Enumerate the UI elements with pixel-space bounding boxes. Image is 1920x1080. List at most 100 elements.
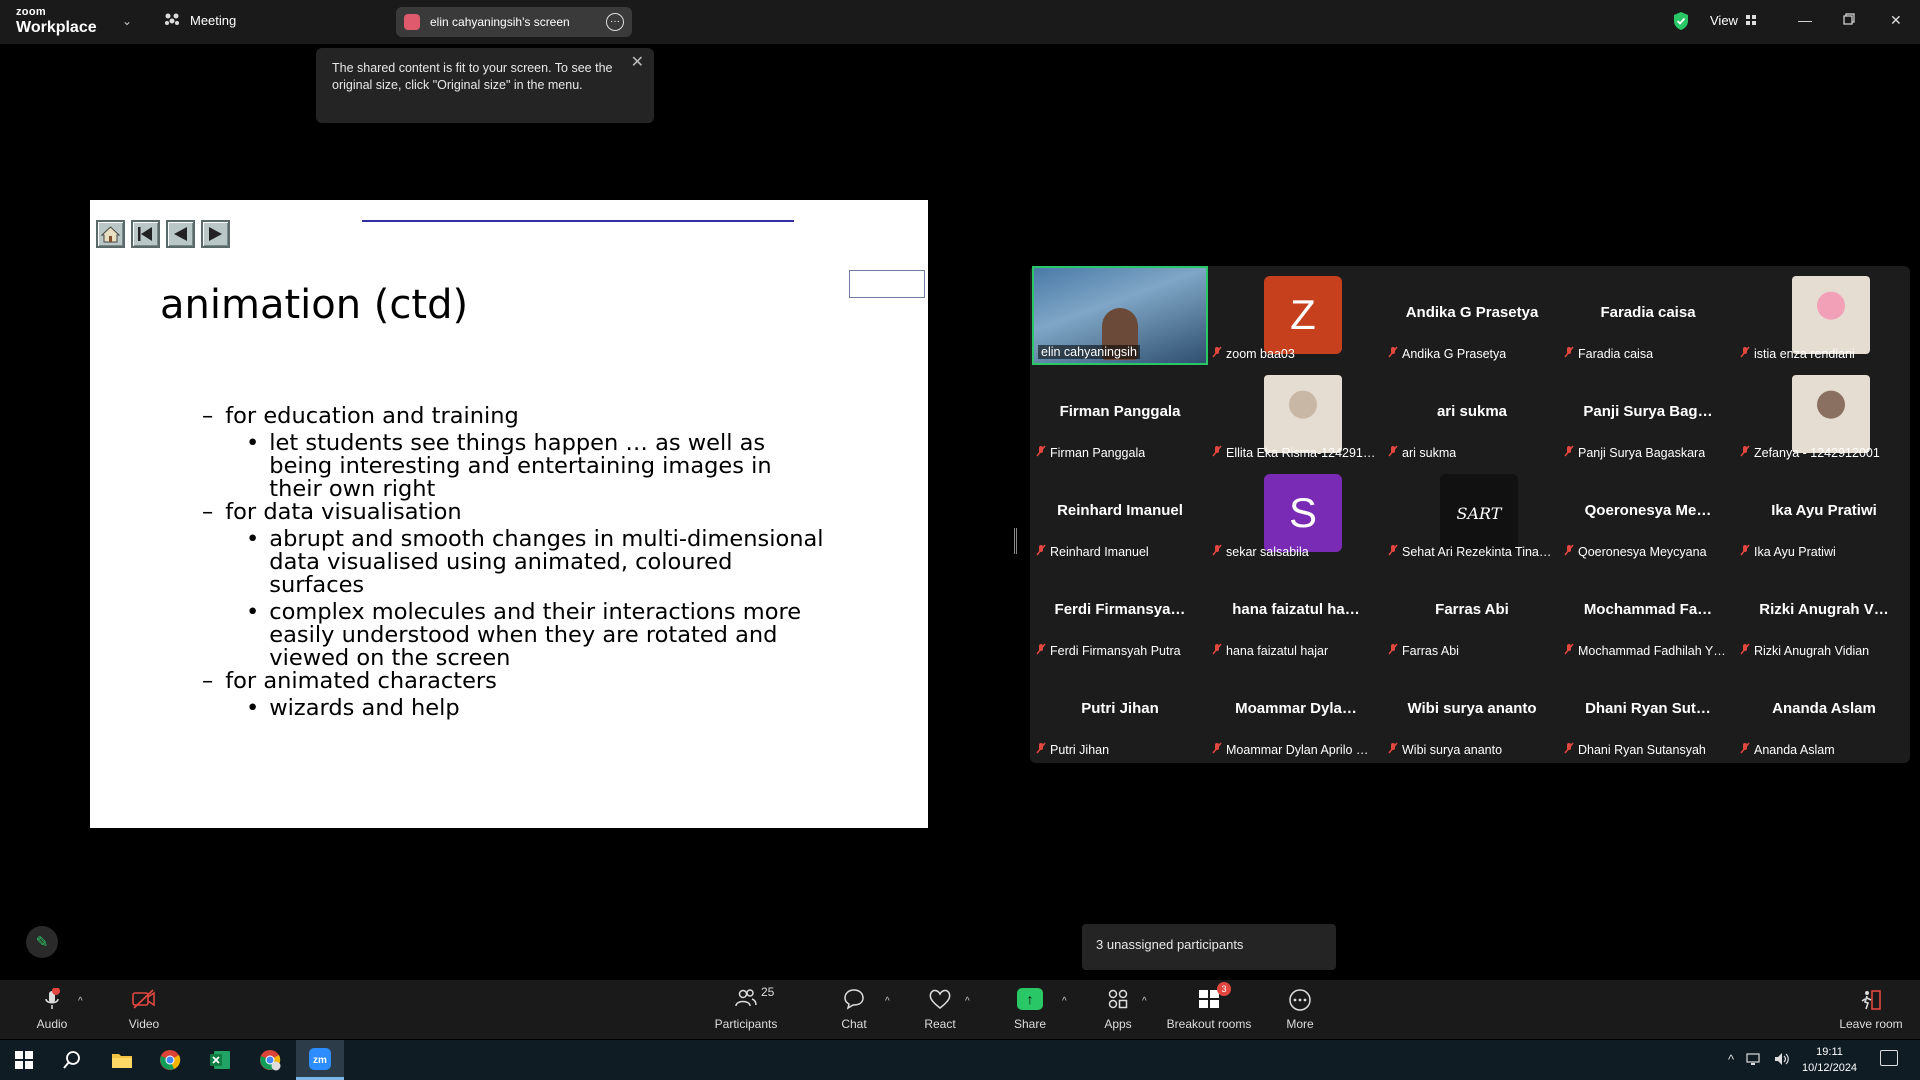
- svg-text:zm: zm: [313, 1055, 327, 1066]
- video-label: Video: [128, 1017, 160, 1031]
- video-button[interactable]: Video: [120, 980, 168, 1039]
- unassigned-participants-tooltip: 3 unassigned participants: [1082, 924, 1336, 970]
- participant-name-text: Faradia caisa: [1578, 346, 1654, 361]
- participant-tile[interactable]: Ika Ayu Pratiwi Ika Ayu Pratiwi: [1736, 464, 1912, 563]
- participant-tile[interactable]: Putri Jihan Putri Jihan: [1032, 662, 1208, 761]
- participant-tile[interactable]: Dhani Ryan Sut… Dhani Ryan Sutansyah: [1560, 662, 1736, 761]
- zoom-app-icon[interactable]: zm: [296, 1040, 344, 1080]
- react-options-chevron-icon[interactable]: ^: [965, 996, 970, 1007]
- breakout-label: Breakout rooms: [1166, 1017, 1252, 1031]
- participant-display-name: Faradia caisa: [1600, 304, 1696, 321]
- participant-name-text: elin cahyaningsih: [1041, 345, 1137, 359]
- file-explorer-icon[interactable]: [98, 1040, 146, 1080]
- chevron-up-icon[interactable]: ^: [1728, 1052, 1734, 1069]
- participants-button[interactable]: 25 Participants: [710, 980, 782, 1039]
- shared-screen[interactable]: animation (ctd) – for education and train…: [6, 200, 1010, 828]
- bullet-level-2: • wizards and help: [246, 695, 460, 721]
- share-button[interactable]: ↑ Share: [1010, 980, 1050, 1039]
- apps-button[interactable]: Apps: [1100, 980, 1136, 1039]
- participant-tile[interactable]: Andika G Prasetya Andika G Prasetya: [1384, 266, 1560, 365]
- participant-tile[interactable]: ari sukma ari sukma: [1384, 365, 1560, 464]
- react-button[interactable]: React: [920, 980, 960, 1039]
- volume-icon[interactable]: [1774, 1052, 1790, 1069]
- share-options-chevron-icon[interactable]: ^: [1062, 996, 1067, 1007]
- clock-time: 19:11: [1816, 1046, 1843, 1058]
- participant-tile[interactable]: Ananda Aslam Ananda Aslam: [1736, 662, 1912, 761]
- presentation-slide: animation (ctd) – for education and train…: [90, 200, 928, 828]
- participant-tile[interactable]: Ellita Eka Risma-124291…: [1208, 365, 1384, 464]
- participant-tile[interactable]: istia enza rendiani: [1736, 266, 1912, 365]
- next-slide-icon[interactable]: [201, 220, 230, 248]
- participant-tile[interactable]: Faradia caisa Faradia caisa: [1560, 266, 1736, 365]
- participant-photo: [1792, 375, 1870, 453]
- chat-options-chevron-icon[interactable]: ^: [885, 996, 890, 1007]
- shared-screen-label: elin cahyaningsih's screen: [430, 15, 570, 29]
- muted-mic-icon: [1740, 544, 1750, 559]
- search-icon[interactable]: [48, 1040, 96, 1080]
- restore-icon[interactable]: [1843, 12, 1855, 28]
- shared-screen-pill[interactable]: elin cahyaningsih's screen ···: [396, 7, 632, 37]
- more-button[interactable]: More: [1280, 980, 1320, 1039]
- participant-tile[interactable]: Wibi surya ananto Wibi surya ananto: [1384, 662, 1560, 761]
- muted-mic-icon: [1740, 742, 1750, 757]
- taskbar-clock[interactable]: 19:11 10/12/2024: [1802, 1044, 1857, 1076]
- participant-display-name: Qoeronesya Me…: [1584, 502, 1712, 519]
- muted-mic-icon: [1036, 445, 1046, 460]
- encryption-shield-icon[interactable]: [1672, 11, 1690, 31]
- chevron-down-icon[interactable]: ⌄: [122, 14, 132, 28]
- muted-mic-icon: [1388, 643, 1398, 658]
- close-icon[interactable]: ✕: [631, 54, 644, 71]
- participant-tile[interactable]: Ssekar salsabila: [1208, 464, 1384, 563]
- participant-tile[interactable]: SART Sehat Ari Rezekinta Tina…: [1384, 464, 1560, 563]
- first-slide-icon[interactable]: [131, 220, 160, 248]
- participant-tile[interactable]: Firman Panggala Firman Panggala: [1032, 365, 1208, 464]
- participant-tile[interactable]: Farras Abi Farras Abi: [1384, 563, 1560, 662]
- participant-display-name: Andika G Prasetya: [1405, 304, 1539, 321]
- participant-tile[interactable]: Mochammad Fa… Mochammad Fadhilah Y…: [1560, 563, 1736, 662]
- excel-icon[interactable]: [196, 1040, 244, 1080]
- participant-tile[interactable]: Zzoom baa03: [1208, 266, 1384, 365]
- participant-tile[interactable]: Panji Surya Bag… Panji Surya Bagaskara: [1560, 365, 1736, 464]
- annotate-pen-icon[interactable]: ✎: [26, 926, 58, 958]
- muted-mic-icon: [1740, 346, 1750, 361]
- muted-mic-icon: [1388, 544, 1398, 559]
- view-button[interactable]: View: [1710, 13, 1756, 28]
- meeting-button[interactable]: Meeting: [164, 12, 236, 29]
- audio-options-chevron-icon[interactable]: ^: [78, 996, 83, 1007]
- participant-tile[interactable]: Moammar Dyla… Moammar Dylan Aprilo …: [1208, 662, 1384, 761]
- participant-name-label: hana faizatul hajar: [1212, 643, 1328, 658]
- participant-tile[interactable]: Zefanya - 1242912001: [1736, 365, 1912, 464]
- participant-tile[interactable]: Rizki Anugrah V… Rizki Anugrah Vidian: [1736, 563, 1912, 662]
- participant-tile[interactable]: elin cahyaningsih: [1032, 266, 1208, 365]
- windows-start-icon[interactable]: [0, 1040, 48, 1080]
- muted-mic-icon: [1564, 346, 1574, 361]
- chrome-profile-icon[interactable]: [246, 1040, 294, 1080]
- close-window-icon[interactable]: ✕: [1890, 12, 1902, 29]
- participant-tile[interactable]: Ferdi Firmansya… Ferdi Firmansyah Putra: [1032, 563, 1208, 662]
- breakout-rooms-button[interactable]: 3 Breakout rooms: [1164, 980, 1254, 1039]
- participant-name-label: istia enza rendiani: [1740, 346, 1855, 361]
- participant-display-name: Reinhard Imanuel: [1057, 502, 1183, 519]
- notification-icon[interactable]: [1880, 1050, 1898, 1066]
- apps-options-chevron-icon[interactable]: ^: [1142, 996, 1147, 1007]
- zoom-logo[interactable]: zoom Workplace: [16, 7, 97, 36]
- minimize-icon[interactable]: —: [1798, 12, 1812, 28]
- participant-name-text: Ananda Aslam: [1754, 742, 1835, 757]
- slide-box: [849, 270, 925, 298]
- participant-tile[interactable]: Reinhard Imanuel Reinhard Imanuel: [1032, 464, 1208, 563]
- audio-button[interactable]: Audio: [30, 980, 74, 1039]
- participant-photo: [1792, 276, 1870, 354]
- chat-button[interactable]: Chat: [834, 980, 874, 1039]
- participant-tile[interactable]: hana faizatul ha… hana faizatul hajar: [1208, 563, 1384, 662]
- previous-slide-icon[interactable]: [166, 220, 195, 248]
- leave-room-button[interactable]: Leave room: [1836, 980, 1906, 1039]
- more-options-icon[interactable]: ···: [606, 13, 624, 31]
- bullet-level-1: – for education and training: [202, 403, 519, 429]
- network-icon[interactable]: [1746, 1052, 1762, 1069]
- participant-tile[interactable]: Qoeronesya Me… Qoeronesya Meycyana: [1560, 464, 1736, 563]
- leave-room-label: Leave room: [1839, 1017, 1903, 1031]
- home-icon[interactable]: [96, 220, 125, 248]
- split-resize-handle[interactable]: [1014, 528, 1017, 554]
- participant-avatar: Z: [1264, 276, 1342, 354]
- chrome-icon[interactable]: [146, 1040, 194, 1080]
